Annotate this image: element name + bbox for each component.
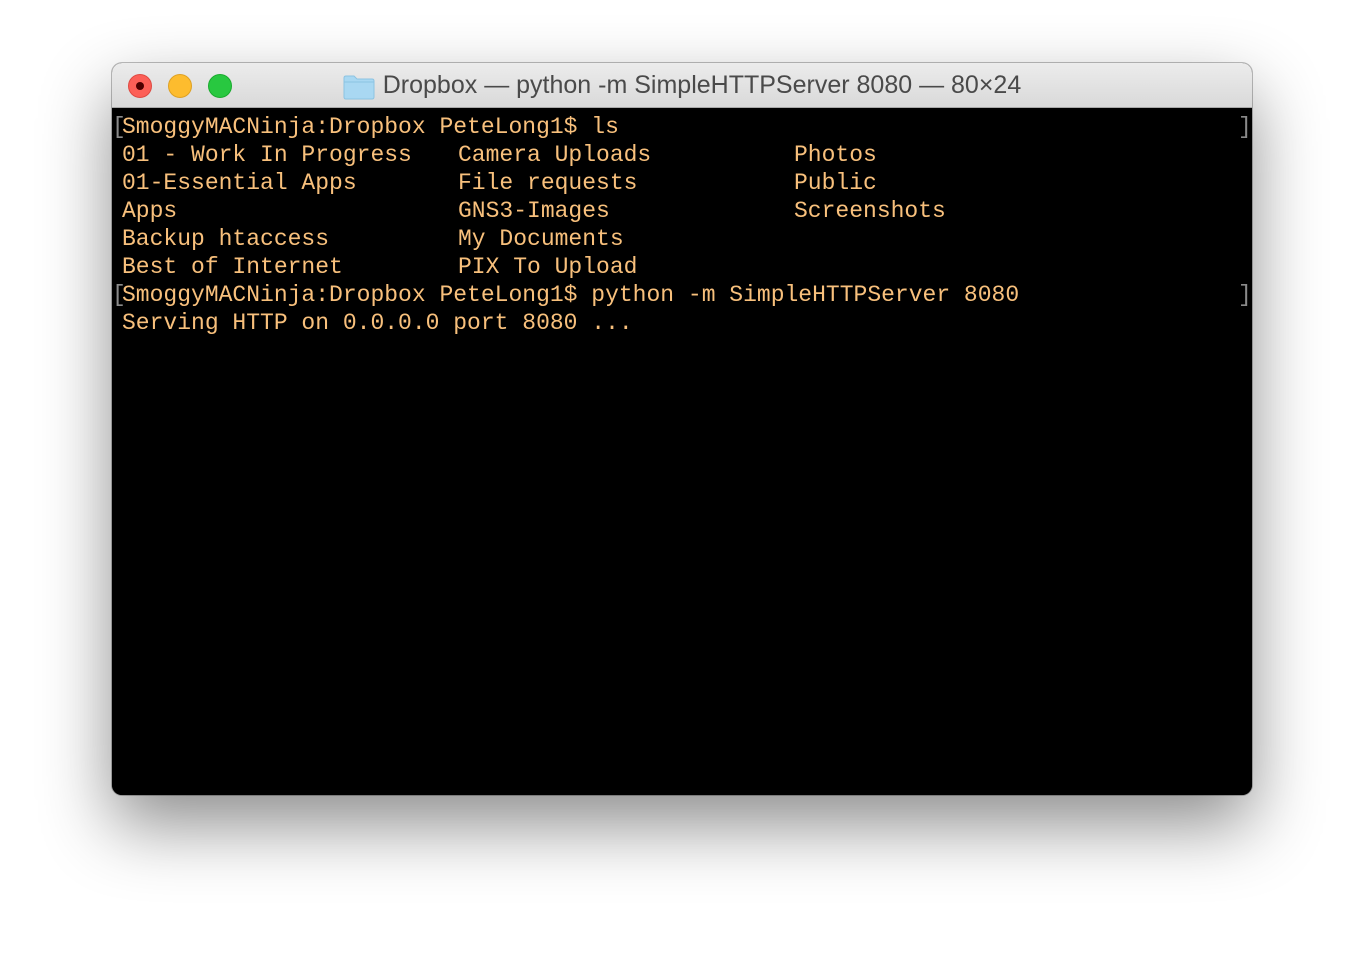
listing-item: File requests: [458, 170, 638, 196]
listing-item: Apps: [122, 198, 178, 224]
prompt-line: SmoggyMACNinja:Dropbox PeteLong1$ python…: [122, 282, 1020, 308]
prompt-line: SmoggyMACNinja:Dropbox PeteLong1$ ls: [122, 114, 619, 140]
terminal-content[interactable]: [ ] SmoggyMACNinja:Dropbox PeteLong1$ ls…: [112, 108, 1252, 795]
listing-item: Best of Internet: [122, 254, 343, 280]
window-title-area: Dropbox — python -m SimpleHTTPServer 808…: [112, 63, 1252, 108]
listing-item: 01 - Work In Progress: [122, 142, 412, 168]
listing-item: PIX To Upload: [458, 254, 638, 280]
listing-item: GNS3-Images: [458, 198, 610, 224]
listing-item: My Documents: [458, 226, 624, 252]
window-title: Dropbox — python -m SimpleHTTPServer 808…: [382, 71, 1022, 99]
listing-item: Photos: [794, 142, 877, 168]
line-marker-close: ]: [1238, 114, 1252, 140]
title-bar[interactable]: Dropbox — python -m SimpleHTTPServer 808…: [112, 63, 1252, 108]
listing-item: Backup htaccess: [122, 226, 330, 252]
listing-item: Public: [794, 170, 877, 196]
listing-item: 01-Essential Apps: [122, 170, 357, 196]
listing-item: Screenshots: [794, 198, 946, 224]
listing-item: Camera Uploads: [458, 142, 652, 168]
folder-icon: [343, 74, 375, 100]
server-output-line: Serving HTTP on 0.0.0.0 port 8080 ...: [122, 310, 633, 336]
line-marker-close: ]: [1238, 282, 1252, 308]
terminal-window: Dropbox — python -m SimpleHTTPServer 808…: [112, 63, 1252, 795]
